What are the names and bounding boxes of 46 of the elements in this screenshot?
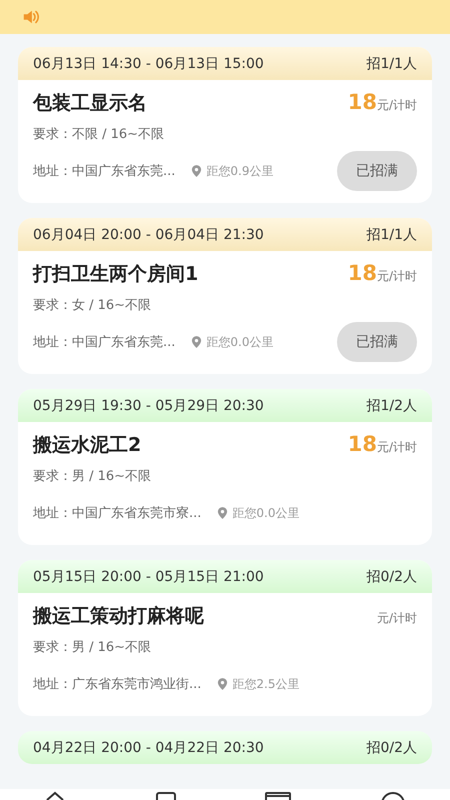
requirement-text: 要求：男 / 16~不限 bbox=[33, 468, 152, 485]
location-pin-icon bbox=[191, 164, 202, 178]
price-unit: 元/计时 bbox=[376, 440, 417, 454]
job-card[interactable]: 05月29日 19:30 - 05月29日 20:30 招1/2人 搬运水泥工2 18元/计时 要求：男 / 16~不限 地址：中国广东省东莞市寮... 距您0.0公里 bbox=[18, 389, 432, 545]
requirement-text: 要求：不限 / 16~不限 bbox=[33, 126, 166, 143]
requirement-text: 要求：男 / 16~不限 bbox=[33, 639, 152, 656]
address-text: 地址：中国广东省东莞... bbox=[33, 163, 176, 180]
price-value: 18 bbox=[348, 432, 377, 456]
recruited-full-button[interactable]: 已招满 bbox=[337, 322, 417, 362]
job-title: 搬运工策动打麻将呢 bbox=[33, 604, 204, 629]
distance-text: 距您0.0公里 bbox=[232, 504, 300, 522]
quota-text: 招1/2人 bbox=[366, 396, 417, 414]
quota-text: 招1/1人 bbox=[366, 54, 417, 72]
address-text: 地址：广东省东莞市鸿业街... bbox=[33, 676, 202, 693]
location-pin-icon bbox=[217, 506, 228, 520]
job-card[interactable]: 04月22日 20:00 - 04月22日 20:30 招0/2人 bbox=[18, 731, 432, 764]
requirement-text: 要求：女 / 16~不限 bbox=[33, 297, 152, 314]
price-unit: 元/计时 bbox=[376, 98, 417, 112]
job-title: 搬运水泥工2 bbox=[33, 433, 142, 458]
speaker-icon bbox=[22, 8, 40, 26]
time-range: 05月29日 19:30 - 05月29日 20:30 bbox=[33, 396, 264, 414]
job-title: 打扫卫生两个房间1 bbox=[33, 262, 198, 287]
time-range: 06月04日 20:00 - 06月04日 21:30 bbox=[33, 226, 264, 244]
distance-text: 距您0.0公里 bbox=[206, 334, 274, 350]
location-pin-icon bbox=[217, 678, 228, 690]
job-title: 包装工显示名 bbox=[33, 91, 147, 116]
calendar-icon[interactable] bbox=[264, 790, 292, 800]
distance-text: 距您0.9公里 bbox=[206, 162, 274, 180]
job-card[interactable]: 06月13日 14:30 - 06月13日 15:00 招1/1人 包装工显示名 18元/计时 要求：不限 / 16~不限 地址：中国广东省东莞... 距您0.9公里 已招满 bbox=[18, 47, 432, 203]
distance-text: 距您2.5公里 bbox=[232, 676, 300, 692]
address-text: 地址：中国广东省东莞市寮... bbox=[33, 505, 202, 522]
time-range: 06月13日 14:30 - 06月13日 15:00 bbox=[33, 54, 264, 72]
price-value: 18 bbox=[348, 261, 377, 285]
price-unit: 元/计时 bbox=[376, 269, 417, 283]
price-unit: 元/计时 bbox=[376, 611, 417, 625]
job-card[interactable]: 06月04日 20:00 - 06月04日 21:30 招1/1人 打扫卫生两个房间1 18元/计时 要求：女 / 16~不限 地址：中国广东省东莞... 距您0.0公里 已招满 bbox=[18, 218, 432, 374]
time-range: 05月15日 20:00 - 05月15日 21:00 bbox=[33, 568, 264, 586]
time-range: 04月22日 20:00 - 04月22日 20:30 bbox=[33, 738, 264, 756]
quota-text: 招0/2人 bbox=[366, 568, 417, 586]
quota-text: 招1/1人 bbox=[366, 226, 417, 244]
quota-text: 招0/2人 bbox=[366, 738, 417, 756]
job-card[interactable]: 05月15日 20:00 - 05月15日 21:00 招0/2人 搬运工策动打麻将呢 元/计时 要求：男 / 16~不限 地址：广东省东莞市鸿业街... 距您2.5公里 bbox=[18, 560, 432, 716]
recruited-full-button[interactable]: 已招满 bbox=[337, 151, 417, 191]
address-text: 地址：中国广东省东莞... bbox=[33, 334, 176, 351]
location-pin-icon bbox=[191, 336, 202, 348]
price-value: 18 bbox=[348, 90, 377, 114]
